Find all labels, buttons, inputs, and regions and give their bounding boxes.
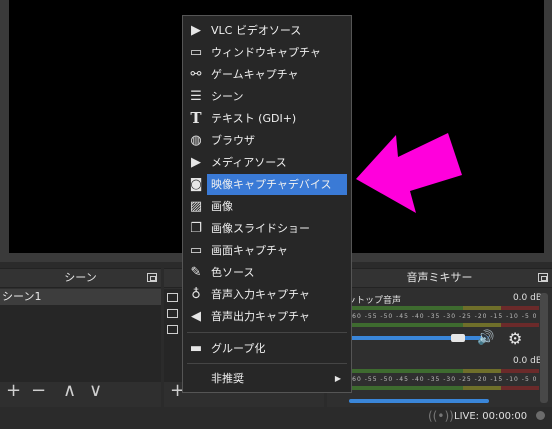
- source-window-icon: [167, 293, 178, 302]
- record-indicator-icon: [536, 411, 545, 420]
- volume-meter: [349, 306, 539, 310]
- menu-separator: [187, 363, 347, 364]
- source-window-icon: [167, 325, 178, 334]
- menu-item-image[interactable]: ▨ 画像: [183, 196, 351, 217]
- submenu-arrow-icon: ▶: [334, 374, 341, 383]
- folder-icon: ▬: [189, 341, 203, 356]
- scenes-dock: シーン シーン1 + − ∧ ∨: [0, 268, 161, 407]
- menu-item-text-gdi[interactable]: T テキスト (GDI+): [183, 108, 351, 129]
- window-icon: ▭: [189, 45, 203, 60]
- menu-item-browser[interactable]: ◍ ブラウザ: [183, 130, 351, 151]
- mixer-channel-label: ットップ音声: [347, 296, 402, 306]
- text-icon: T: [190, 109, 202, 127]
- menu-item-color-source[interactable]: ✎ 色ソース: [183, 262, 351, 283]
- play-icon: ▶: [191, 23, 201, 38]
- gamepad-icon: ⚯: [190, 67, 202, 82]
- menu-item-display-capture[interactable]: ▭ 画面キャプチャ: [183, 240, 351, 261]
- menu-item-scene[interactable]: ☰ シーン: [183, 86, 351, 107]
- menu-separator: [187, 332, 347, 333]
- slideshow-icon: ❐: [190, 221, 202, 236]
- menu-item-audio-output-capture[interactable]: ◀ 音声出力キャプチャ: [183, 306, 351, 327]
- play-icon: ▶: [191, 155, 201, 170]
- add-scene-button[interactable]: +: [6, 382, 21, 400]
- globe-icon: ◍: [190, 133, 202, 148]
- annotation-arrow: [356, 133, 462, 213]
- menu-item-deprecated[interactable]: 非推奨 ▶: [183, 368, 351, 389]
- monitor-icon: ▭: [189, 243, 203, 258]
- float-dock-icon[interactable]: [147, 273, 157, 282]
- remove-scene-button[interactable]: −: [31, 382, 46, 400]
- gear-icon[interactable]: ⚙: [508, 329, 522, 348]
- menu-item-window-capture[interactable]: ▭ ウィンドウキャプチャ: [183, 42, 351, 63]
- live-timer: LIVE: 00:00:00: [454, 411, 528, 422]
- mixer-scrollbar[interactable]: [540, 293, 548, 403]
- menu-item-video-capture-device[interactable]: ◙ 映像キャプチャデバイス: [183, 174, 351, 195]
- mixer-channel-db: 0.0 dB: [512, 356, 542, 366]
- scene-item[interactable]: シーン1: [0, 289, 161, 305]
- meter-scale: -60 -55 -50 -45 -40 -35 -30 -25 -20 -15 …: [349, 376, 538, 383]
- menu-item-group[interactable]: ▬ グループ化: [183, 338, 351, 359]
- menu-item-image-slideshow[interactable]: ❐ 画像スライドショー: [183, 218, 351, 239]
- volume-meter: [349, 386, 539, 390]
- meter-scale: -60 -55 -50 -45 -40 -35 -30 -25 -20 -15 …: [349, 313, 538, 320]
- audio-mixer-title: 音声ミキサー: [327, 269, 552, 288]
- brush-icon: ✎: [190, 265, 202, 280]
- list-icon: ☰: [190, 89, 202, 104]
- menu-item-audio-input-capture[interactable]: ♁ 音声入力キャプチャ: [183, 284, 351, 305]
- add-source-context-menu: ▶ VLC ビデオソース ▭ ウィンドウキャプチャ ⚯ ゲームキャプチャ ☰ シ…: [182, 15, 352, 393]
- volume-slider[interactable]: [349, 336, 489, 340]
- image-icon: ▨: [189, 199, 203, 214]
- source-window-icon: [167, 309, 178, 318]
- volume-slider-knob[interactable]: [451, 334, 465, 342]
- volume-meter: [349, 369, 539, 373]
- float-dock-icon[interactable]: [538, 273, 548, 282]
- menu-item-vlc-video-source[interactable]: ▶ VLC ビデオソース: [183, 20, 351, 41]
- scene-list: シーン1: [0, 289, 161, 382]
- speaker-icon[interactable]: 🔊: [477, 330, 494, 346]
- speaker-icon: ◀: [191, 309, 201, 324]
- camera-icon: ◙: [189, 177, 203, 192]
- menu-item-media-source[interactable]: ▶ メディアソース: [183, 152, 351, 173]
- mixer-channel-db: 0.0 dB: [512, 293, 542, 303]
- microphone-icon: ♁: [191, 287, 201, 302]
- volume-meter: [349, 323, 539, 327]
- move-scene-up-button[interactable]: ∧: [63, 382, 76, 400]
- menu-item-game-capture[interactable]: ⚯ ゲームキャプチャ: [183, 64, 351, 85]
- move-scene-down-button[interactable]: ∨: [89, 382, 102, 400]
- scenes-dock-title: シーン: [0, 269, 161, 288]
- audio-mixer-dock: 音声ミキサー ットップ音声 0.0 dB -60 -55 -50 -45 -40…: [327, 268, 552, 407]
- broadcast-icon: ((•)): [428, 409, 454, 423]
- volume-slider[interactable]: [349, 399, 489, 403]
